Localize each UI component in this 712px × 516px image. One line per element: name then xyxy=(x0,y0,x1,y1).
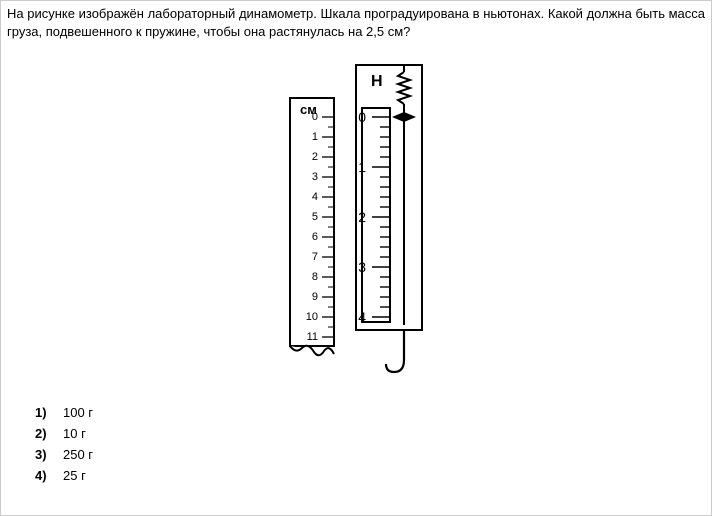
option-text: 250 г xyxy=(63,447,93,462)
option-text: 25 г xyxy=(63,468,86,483)
cm-tick-8: 8 xyxy=(312,271,318,283)
cm-tick-2: 2 xyxy=(312,151,318,163)
option-2[interactable]: 2) 10 г xyxy=(35,426,705,441)
cm-tick-5: 5 xyxy=(312,211,318,223)
dynamometer-figure: Н 0 xyxy=(276,60,436,383)
cm-tick-11: 11 xyxy=(307,331,318,343)
figure-area: Н 0 xyxy=(7,60,705,383)
cm-tick-7: 7 xyxy=(312,251,318,263)
scale-n-label: Н xyxy=(371,73,383,90)
option-4[interactable]: 4) 25 г xyxy=(35,468,705,483)
cm-tick-4: 4 xyxy=(312,191,318,203)
cm-tick-0: 0 xyxy=(312,111,318,123)
dynamometer-svg: Н 0 xyxy=(276,60,436,380)
option-1[interactable]: 1) 100 г xyxy=(35,405,705,420)
n-tick-3: 3 xyxy=(358,259,366,275)
option-text: 100 г xyxy=(63,405,93,420)
cm-tick-10: 10 xyxy=(306,311,318,323)
hook xyxy=(386,330,404,372)
option-number: 1) xyxy=(35,405,63,420)
option-number: 4) xyxy=(35,468,63,483)
cm-tick-9: 9 xyxy=(312,291,318,303)
scale-n-window xyxy=(362,108,390,322)
n-tick-0: 0 xyxy=(358,109,366,125)
cm-tick-3: 3 xyxy=(312,171,318,183)
cm-tick-6: 6 xyxy=(312,231,318,243)
cm-tick-1: 1 xyxy=(312,131,318,143)
option-number: 3) xyxy=(35,447,63,462)
n-tick-4: 4 xyxy=(358,309,366,325)
option-3[interactable]: 3) 250 г xyxy=(35,447,705,462)
options-list: 1) 100 г 2) 10 г 3) 250 г 4) 25 г xyxy=(35,405,705,483)
n-tick-2: 2 xyxy=(358,209,366,225)
n-tick-1: 1 xyxy=(358,159,366,175)
option-text: 10 г xyxy=(63,426,86,441)
question-text: На рисунке изображён лабораторный динамо… xyxy=(7,5,705,40)
option-number: 2) xyxy=(35,426,63,441)
page: На рисунке изображён лабораторный динамо… xyxy=(0,0,712,516)
